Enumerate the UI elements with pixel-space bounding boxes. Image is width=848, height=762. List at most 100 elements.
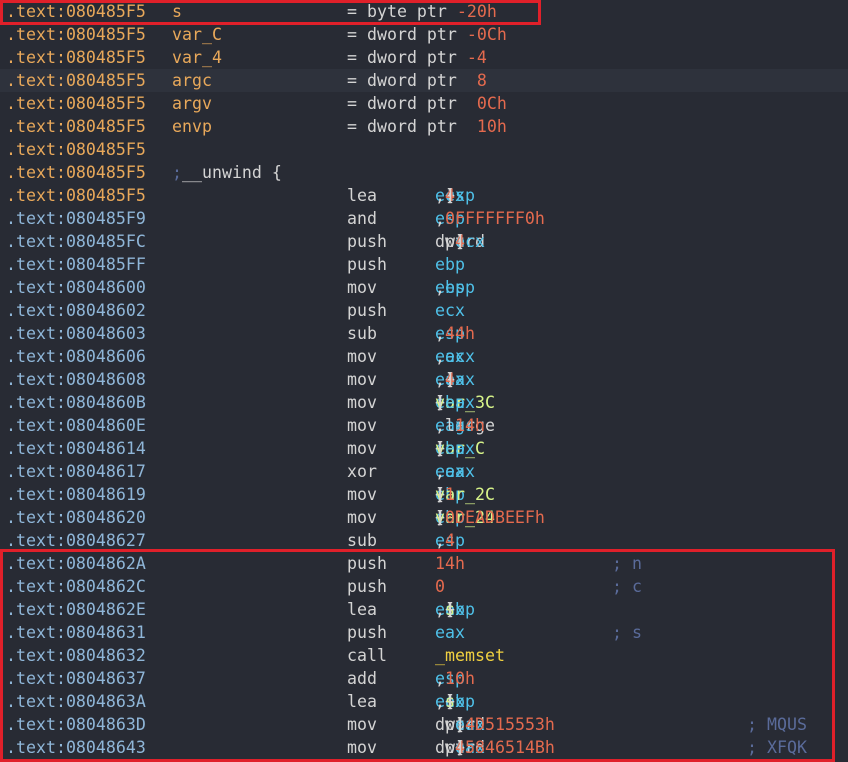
stack-variable-offset: = dword ptr -0Ch [347,25,507,44]
listing-line[interactable]: .text:08048631 push eax; s [0,621,848,644]
address: .text:080485FF [6,255,146,274]
operands: dword ptr [eax +4], 5846514Bh [435,738,555,757]
mnemonic: push [347,255,387,274]
listing-line[interactable]: .text:0804860B mov [ebp + var_3C], eax [0,391,848,414]
address: .text:08048606 [6,347,146,366]
mnemonic: sub [347,324,377,343]
operands: eax, [ebp + s] [435,600,475,619]
listing-line[interactable]: .text:08048602 push ecx [0,299,848,322]
stack-variable-offset: = byte ptr -20h [347,2,497,21]
listing-line[interactable]: .text:080485FC push dword ptr [ecx -4] [0,230,848,253]
mnemonic: lea [347,186,377,205]
address: .text:0804863A [6,692,146,711]
listing-line[interactable]: .text:08048627 sub esp, 4 [0,529,848,552]
listing-line[interactable]: .text:080485FF push ebp [0,253,848,276]
operands: eax, ecx [435,347,475,366]
mnemonic: mov [347,439,377,458]
address: .text:080485F5 [6,2,146,21]
comment: ; XFQK [747,738,807,757]
comment: ; MQUS [747,715,807,734]
listing-line[interactable]: .text:08048603 sub esp, 44h [0,322,848,345]
listing-line[interactable]: .text:080485F5 envp = dword ptr 10h [0,115,848,138]
mnemonic: mov [347,347,377,366]
address: .text:08048637 [6,669,146,688]
listing-line[interactable]: .text:08048620 mov [ebp + var_24], 0DEADBEEF… [0,506,848,529]
operands: dword ptr [ecx -4] [435,232,485,251]
listing-line[interactable]: .text:08048608 mov eax, [eax +4] [0,368,848,391]
address: .text:080485F5 [6,117,146,136]
operands: dword ptr [eax], 4D515553h [435,715,555,734]
comment: ; n [612,554,642,573]
listing-line[interactable]: .text:080485F5 s = byte ptr -20h [0,0,848,23]
mnemonic: add [347,669,377,688]
address: .text:080485F5 [6,163,146,182]
address: .text:0804860B [6,393,146,412]
listing-line[interactable]: .text:0804863A lea eax, [ebp + s] [0,690,848,713]
stack-variable-offset: = dword ptr 8 [347,71,487,90]
address: .text:0804863D [6,715,146,734]
address: .text:080485F5 [6,25,146,44]
mnemonic: push [347,623,387,642]
mnemonic: xor [347,462,377,481]
operands: ebp, esp [435,278,475,297]
listing-line[interactable]: .text:08048637 add esp, 10h [0,667,848,690]
listing-line[interactable]: .text:0804862E lea eax, [ebp + s] [0,598,848,621]
listing-line[interactable]: .text:080485F5 [0,138,848,161]
listing-line[interactable]: .text:08048614 mov [ebp + var_C], eax [0,437,848,460]
listing-line[interactable]: .text:080485F5 argc = dword ptr 8 [0,69,848,92]
listing-line[interactable]: .text:080485F5 lea ecx, [esp +4] [0,184,848,207]
mnemonic: and [347,209,377,228]
mnemonic: mov [347,485,377,504]
stack-variable-name: s [172,2,182,21]
address: .text:080485F5 [6,71,146,90]
mnemonic: mov [347,370,377,389]
stack-variable-offset: = dword ptr -4 [347,48,487,67]
stack-variable-name: envp [172,117,212,136]
address: .text:0804862A [6,554,146,573]
mnemonic: sub [347,531,377,550]
comment: ; c [612,577,642,596]
address: .text:0804862E [6,600,146,619]
mnemonic: call [347,646,387,665]
listing-line[interactable]: .text:0804862A push 14h; n [0,552,848,575]
listing-line[interactable]: .text:0804863D mov dword ptr [eax], 4D5155… [0,713,848,736]
stack-variable-name: argv [172,94,212,113]
operands: esp, 0FFFFFFF0h [435,209,545,228]
listing-line[interactable]: .text:0804862C push 0; c [0,575,848,598]
listing-line[interactable]: .text:080485F5 var_C = dword ptr -0Ch [0,23,848,46]
listing-line[interactable]: .text:080485F5 var_4 = dword ptr -4 [0,46,848,69]
stack-variable-offset: = dword ptr 10h [347,117,507,136]
listing-line[interactable]: .text:08048617 xor eax, eax [0,460,848,483]
address: .text:080485F5 [6,186,146,205]
mnemonic: lea [347,692,377,711]
listing-line[interactable]: .text:08048600 mov ebp, esp [0,276,848,299]
address: .text:08048643 [6,738,146,757]
mnemonic: mov [347,278,377,297]
operands: [ebp + var_2C], 1 [435,485,495,504]
address: .text:080485F5 [6,48,146,67]
mnemonic: push [347,577,387,596]
listing-line[interactable]: .text:08048643 mov dword ptr [eax +4], 5846… [0,736,848,759]
operands: [ebp + var_24], 0DEADBEEFh [435,508,545,527]
operands: eax, [eax +4] [435,370,475,389]
stack-variable-name: var_C [172,25,222,44]
listing-line[interactable]: .text:08048619 mov [ebp + var_2C], 1 [0,483,848,506]
listing-line[interactable]: .text:080485F9 and esp, 0FFFFFFF0h [0,207,848,230]
address: .text:08048600 [6,278,146,297]
address: .text:08048608 [6,370,146,389]
stack-variable-name: argc [172,71,212,90]
listing-line[interactable]: .text:080485F5 argv = dword ptr 0Ch [0,92,848,115]
address: .text:080485F5 [6,140,146,159]
operands: esp, 10h [435,669,475,688]
address: .text:08048632 [6,646,146,665]
address: .text:080485F5 [6,94,146,113]
address: .text:08048620 [6,508,146,527]
operands: ecx, [esp +4] [435,186,475,205]
listing-line[interactable]: .text:08048632 call _memset [0,644,848,667]
operands: [ebp + var_3C], eax [435,393,495,412]
listing-line[interactable]: .text:080485F5; __unwind { [0,161,848,184]
listing-line[interactable]: .text:08048606 mov eax, ecx [0,345,848,368]
comment: ; s [612,623,642,642]
operands: eax, [ebp + s] [435,692,475,711]
listing-line[interactable]: .text:0804860E mov eax, large gs:14h [0,414,848,437]
